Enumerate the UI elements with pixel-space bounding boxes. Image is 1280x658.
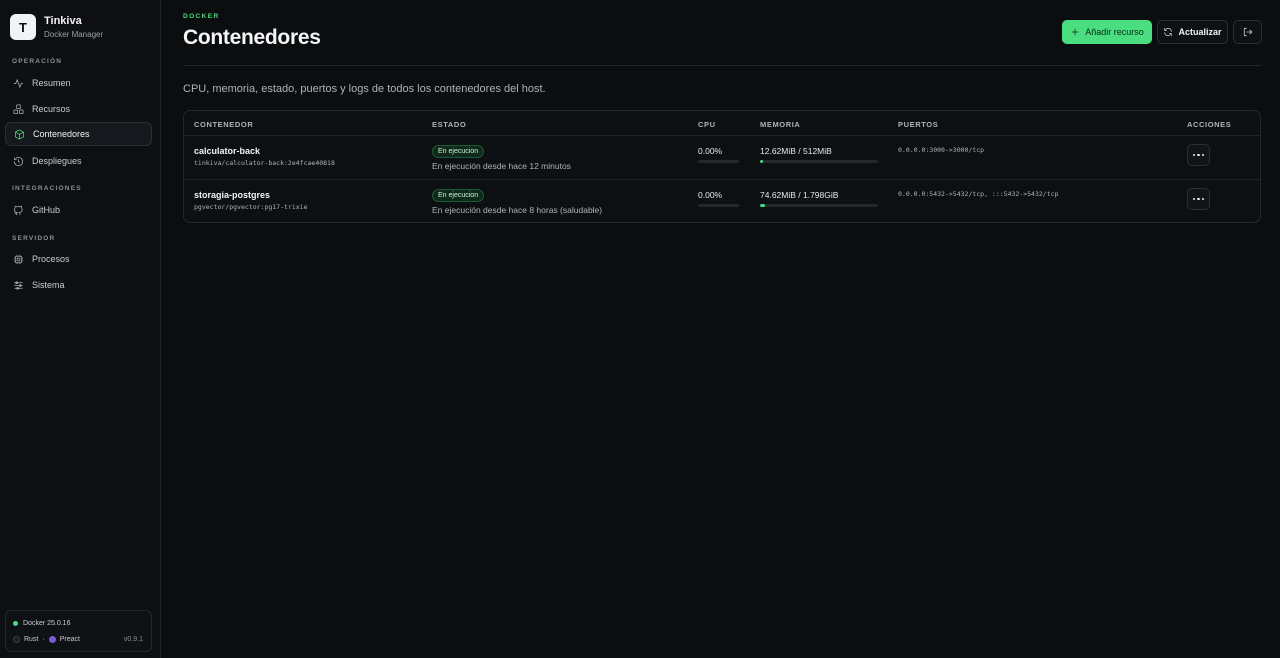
column-header-puertos: PUERTOS bbox=[898, 120, 939, 129]
sidebar-item-label: Contenedores bbox=[33, 129, 90, 139]
cpu-value: 0.00% bbox=[698, 190, 723, 200]
table-row: storagia-postgres pgvector/pgvector:pg17… bbox=[184, 180, 1260, 222]
runtime-info-card: Docker 25.0.16 Rust · Preact v0.9.1 bbox=[5, 610, 152, 652]
refresh-label: Actualizar bbox=[1178, 27, 1222, 37]
memory-usage-fill bbox=[760, 204, 765, 207]
section-label-servidor: SERVIDOR bbox=[12, 235, 56, 242]
column-header-contenedor: CONTENEDOR bbox=[194, 120, 254, 129]
sidebar-item-label: GitHub bbox=[32, 205, 61, 215]
memory-value: 74.62MiB / 1.798GiB bbox=[760, 190, 839, 200]
status-text: En ejecución desde hace 8 horas (saludab… bbox=[432, 205, 603, 215]
status-dot-icon bbox=[13, 621, 18, 626]
sidebar: T Tinkiva Docker Manager OPERACIÓN Resum… bbox=[0, 0, 161, 658]
cpu-icon bbox=[13, 254, 24, 265]
refresh-icon bbox=[1164, 28, 1173, 36]
memory-usage-bar bbox=[760, 160, 878, 163]
memory-value: 12.62MiB / 512MiB bbox=[760, 146, 832, 156]
more-dot-icon bbox=[1197, 197, 1200, 201]
brand: T Tinkiva Docker Manager bbox=[10, 14, 103, 40]
add-resource-label: Añadir recurso bbox=[1085, 27, 1144, 37]
logout-button[interactable] bbox=[1233, 20, 1262, 44]
container-icon bbox=[14, 128, 25, 140]
boxes-icon bbox=[13, 104, 24, 115]
brand-subtitle: Docker Manager bbox=[44, 30, 104, 39]
sidebar-item-despliegues[interactable]: Despliegues bbox=[5, 149, 152, 173]
sidebar-item-sistema[interactable]: Sistema bbox=[5, 273, 152, 297]
rust-icon bbox=[13, 636, 20, 643]
docker-version: Docker 25.0.16 bbox=[13, 620, 70, 627]
activity-icon bbox=[13, 78, 24, 89]
container-image: pgvector/pgvector:pg17-trixie bbox=[194, 203, 308, 211]
ports-value: 0.0.0.0:3000->3000/tcp bbox=[898, 146, 985, 154]
refresh-button[interactable]: Actualizar bbox=[1157, 20, 1228, 44]
tech-preact-label: Preact bbox=[59, 636, 80, 643]
page-subtitle: CPU, memoria, estado, puertos y logs de … bbox=[183, 83, 546, 95]
memory-usage-bar bbox=[760, 204, 878, 207]
docker-version-label: Docker 25.0.16 bbox=[23, 620, 71, 627]
sidebar-item-contenedores[interactable]: Contenedores bbox=[5, 122, 152, 146]
tech-separator: · bbox=[42, 636, 45, 643]
column-header-acciones: ACCIONES bbox=[1187, 120, 1232, 129]
sidebar-item-recursos[interactable]: Recursos bbox=[5, 97, 152, 121]
sidebar-item-label: Recursos bbox=[32, 104, 71, 114]
more-dot-icon bbox=[1201, 197, 1205, 201]
history-icon bbox=[13, 156, 24, 167]
brand-avatar: T bbox=[10, 14, 36, 40]
column-header-memoria: MEMORIA bbox=[760, 120, 801, 129]
column-header-estado: ESTADO bbox=[432, 120, 467, 129]
cpu-value: 0.00% bbox=[698, 146, 723, 156]
row-actions-button[interactable] bbox=[1187, 188, 1210, 210]
status-text: En ejecución desde hace 12 minutos bbox=[432, 161, 571, 171]
tech-rust-label: Rust bbox=[24, 636, 39, 643]
more-dot-icon bbox=[1197, 153, 1200, 157]
logout-icon bbox=[1243, 27, 1252, 37]
cpu-usage-bar bbox=[698, 204, 739, 207]
github-icon bbox=[13, 205, 24, 216]
sidebar-item-label: Despliegues bbox=[32, 156, 82, 166]
header-divider bbox=[183, 65, 1261, 66]
page-eyebrow: DOCKER bbox=[183, 13, 220, 20]
sidebar-item-label: Resumen bbox=[32, 78, 71, 88]
section-label-integraciones: INTEGRACIONES bbox=[12, 185, 82, 192]
tech-stack: Rust · Preact bbox=[13, 636, 80, 643]
sidebar-item-label: Sistema bbox=[32, 280, 65, 290]
sidebar-item-github[interactable]: GitHub bbox=[5, 198, 152, 222]
status-badge: En ejecucion bbox=[432, 145, 485, 158]
column-header-cpu: CPU bbox=[698, 120, 716, 129]
cpu-usage-bar bbox=[698, 160, 739, 163]
ports-value: 0.0.0.0:5432->5432/tcp, :::5432->5432/tc… bbox=[898, 190, 1059, 198]
sidebar-item-procesos[interactable]: Procesos bbox=[5, 247, 152, 271]
memory-usage-fill bbox=[760, 160, 763, 163]
page-title: Contenedores bbox=[183, 26, 321, 49]
container-image: tinkiva/calculator-back:2e4fcae40818 bbox=[194, 159, 335, 167]
sliders-icon bbox=[13, 280, 24, 291]
app-version: v0.9.1 bbox=[123, 636, 143, 643]
brand-name: Tinkiva bbox=[44, 15, 82, 27]
table-header: CONTENEDOR ESTADO CPU MEMORIA PUERTOS AC… bbox=[184, 111, 1260, 136]
more-dot-icon bbox=[1192, 153, 1196, 157]
plus-icon bbox=[1071, 28, 1079, 36]
preact-icon bbox=[48, 636, 56, 643]
container-name[interactable]: storagia-postgres bbox=[194, 190, 270, 200]
add-resource-button[interactable]: Añadir recurso bbox=[1062, 20, 1152, 44]
containers-table: CONTENEDOR ESTADO CPU MEMORIA PUERTOS AC… bbox=[183, 110, 1261, 223]
section-label-operacion: OPERACIÓN bbox=[12, 58, 63, 65]
table-row: calculator-back tinkiva/calculator-back:… bbox=[184, 136, 1260, 180]
row-actions-button[interactable] bbox=[1187, 144, 1210, 166]
more-dot-icon bbox=[1192, 197, 1196, 201]
sidebar-item-resumen[interactable]: Resumen bbox=[5, 71, 152, 95]
more-dot-icon bbox=[1201, 153, 1205, 157]
status-badge: En ejecucion bbox=[432, 189, 485, 202]
sidebar-item-label: Procesos bbox=[32, 254, 70, 264]
container-name[interactable]: calculator-back bbox=[194, 146, 260, 156]
